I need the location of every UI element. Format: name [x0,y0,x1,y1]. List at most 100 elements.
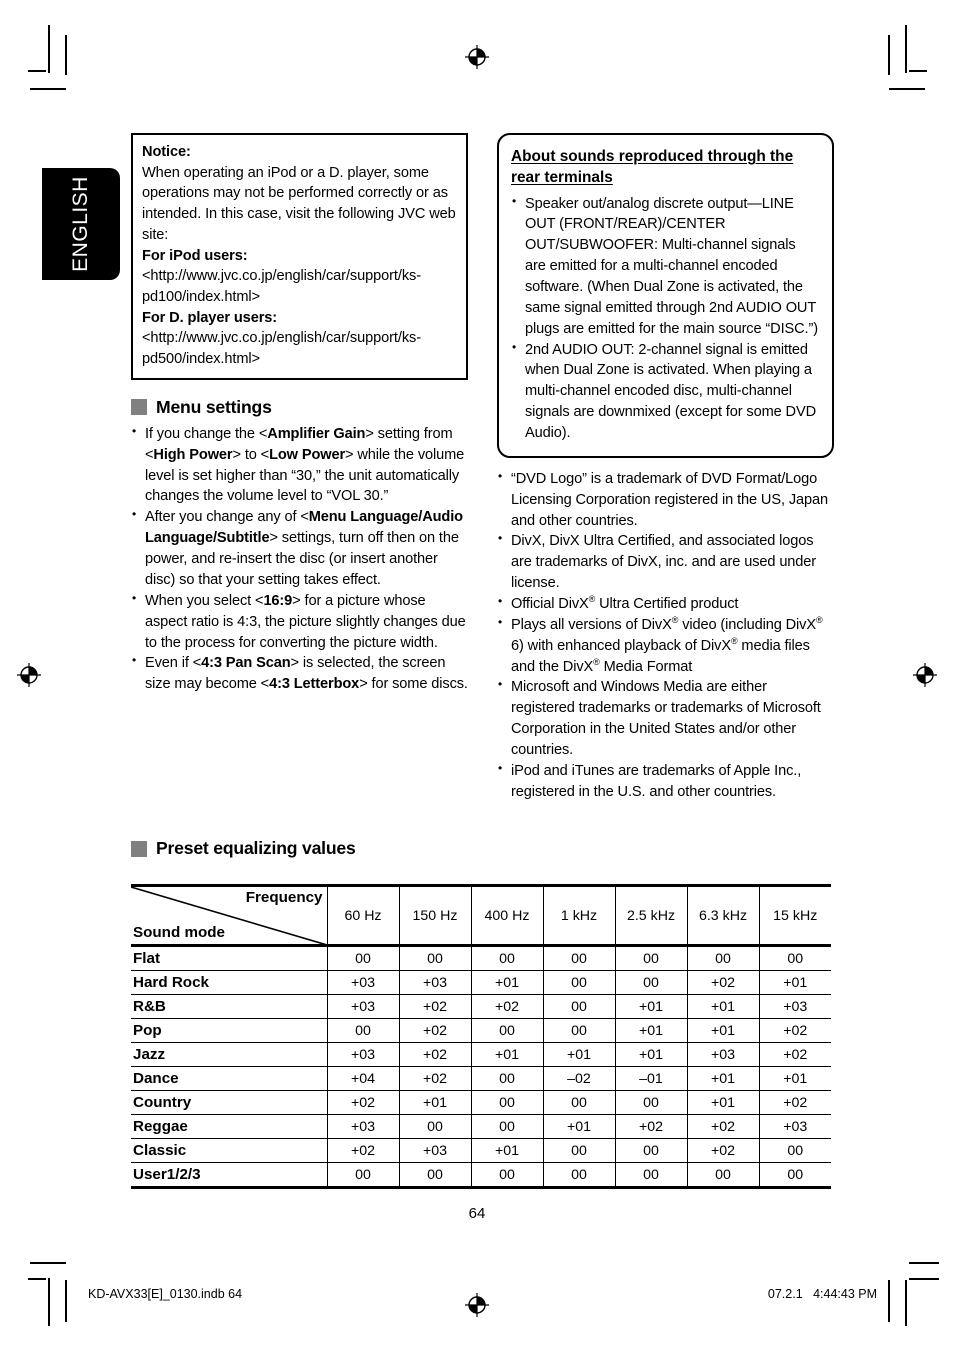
preset-eq-value-cell: +02 [326,1090,400,1115]
preset-eq-value-cell: 00 [542,970,616,995]
crop-mark-tr-v1 [905,25,907,73]
preset-eq-value-cell: +03 [758,1114,831,1139]
preset-eq-value-cell: 00 [470,1066,544,1091]
rear-terminals-list: Speaker out/analog discrete output—LINE … [511,192,818,444]
table-row: Reggae +03 00 00 +01 +02 +02 +03 [131,1114,831,1139]
notice-dplayer-url: <http://www.jvc.co.jp/english/car/suppor… [142,330,421,368]
preset-eq-value-cell: 00 [614,1162,688,1189]
notice-ipod-url: <http://www.jvc.co.jp/english/car/suppor… [142,268,421,306]
notice-body: When operating an iPod or a D. player, s… [142,164,456,243]
list-item: “DVD Logo” is a trademark of DVD Format/… [497,468,834,532]
notice-dplayer-label: For D. player users: [142,309,278,326]
page-number: 64 [468,1205,486,1222]
preset-eq-value-cell: +01 [470,1042,544,1067]
preset-eq-value-cell: 00 [758,1138,831,1163]
preset-eq-value-cell: 00 [614,1138,688,1163]
preset-eq-value-cell: 00 [542,1138,616,1163]
list-item: When you select <16:9> for a picture who… [131,590,468,654]
crop-mark-bl-h2 [30,1262,66,1264]
preset-eq-body: Flat 00 00 00 00 00 00 00 Hard Rock +03 +03 +01 00 00… [131,945,831,1189]
preset-eq-table-wrap: Frequency Sound mode 60 Hz 150 Hz 400 Hz 1 … [131,884,831,1189]
footer-filename: KD-AVX33[E]_0130.indb 64 [88,1287,243,1301]
preset-eq-mode-cell: Jazz [131,1042,328,1067]
list-item: Even if <4:3 Pan Scan> is selected, the … [131,652,468,695]
notice-paragraph: Notice: When operating an iPod or a D. p… [142,142,457,370]
rear-terminals-heading: About sounds reproduced through the rear… [511,148,794,187]
preset-eq-header-row: Frequency Sound mode 60 Hz 150 Hz 400 Hz 1 … [131,884,831,947]
preset-eq-value-cell: +01 [614,1018,688,1043]
preset-eq-value-cell: +03 [326,994,400,1019]
preset-eq-column-header: 15 kHz [758,884,831,947]
menu-settings-title: Menu settings [156,396,272,417]
list-item: Microsoft and Windows Media are either r… [497,676,834,760]
preset-eq-value-cell: 00 [470,1162,544,1189]
preset-eq-value-cell: 00 [470,1018,544,1043]
preset-eq-value-cell: 00 [614,970,688,995]
preset-eq-value-cell: +02 [686,1138,760,1163]
preset-eq-value-cell: 00 [470,945,544,971]
preset-eq-value-cell: +02 [470,994,544,1019]
preset-eq-value-cell: +01 [686,1018,760,1043]
preset-eq-value-cell: 00 [542,1090,616,1115]
preset-eq-value-cell: +02 [398,1018,472,1043]
list-item: 2nd AUDIO OUT: 2-channel signal is emitt… [511,339,818,444]
preset-eq-value-cell: 00 [398,945,472,971]
preset-eq-mode-cell: Hard Rock [131,970,328,995]
preset-eq-value-cell: +02 [758,1090,831,1115]
preset-eq-value-cell: +01 [686,994,760,1019]
preset-eq-value-cell: –02 [542,1066,616,1091]
preset-eq-value-cell: 00 [758,945,831,971]
crop-mark-tl-v2 [65,35,67,75]
preset-eq-value-cell: +03 [326,1042,400,1067]
crop-mark-tl-h1 [28,70,46,72]
preset-eq-mode-cell: Dance [131,1066,328,1091]
preset-eq-value-cell: 00 [686,1162,760,1189]
menu-settings-heading: Menu settings [131,397,468,418]
preset-eq-value-cell: 00 [398,1162,472,1189]
preset-eq-column-header: 60 Hz [326,884,400,947]
preset-eq-mode-cell: Country [131,1090,328,1115]
preset-eq-value-cell: 00 [542,1018,616,1043]
table-row: User1/2/3 00 00 00 00 00 00 00 [131,1162,831,1189]
table-row: Jazz +03 +02 +01 +01 +01 +03 +02 [131,1042,831,1067]
preset-eq-value-cell: +02 [686,970,760,995]
right-column: About sounds reproduced through the rear… [497,133,834,803]
preset-eq-value-cell: +04 [326,1066,400,1091]
preset-eq-value-cell: 00 [326,1162,400,1189]
preset-eq-value-cell: 00 [542,994,616,1019]
preset-eq-value-cell: +01 [398,1090,472,1115]
list-item: Plays all versions of DivX® video (inclu… [497,614,834,678]
table-row: Classic +02 +03 +01 00 00 +02 00 [131,1138,831,1163]
registration-mark-bottom [464,1292,490,1318]
left-column: Notice: When operating an iPod or a D. p… [131,133,468,695]
crop-mark-tr-h2 [889,88,925,90]
preset-eq-value-cell: 00 [470,1090,544,1115]
table-row: Country +02 +01 00 00 00 +01 +02 [131,1090,831,1115]
preset-eq-column-header: 150 Hz [398,884,472,947]
list-item: Official DivX® Ultra Certified product [497,593,834,615]
preset-eq-mode-cell: Classic [131,1138,328,1163]
preset-eq-value-cell: 00 [542,1162,616,1189]
preset-eq-value-cell: +01 [758,970,831,995]
preset-eq-value-cell: +01 [470,970,544,995]
preset-eq-value-cell: +02 [398,1066,472,1091]
preset-eq-value-cell: +01 [686,1066,760,1091]
crop-mark-tl-v1 [48,25,50,73]
list-item: Speaker out/analog discrete output—LINE … [511,192,818,340]
notice-box: Notice: When operating an iPod or a D. p… [131,133,468,380]
section-marker-square-icon [131,840,147,857]
registration-mark-left [16,662,42,688]
table-row: Flat 00 00 00 00 00 00 00 [131,945,831,971]
preset-eq-value-cell: 00 [398,1114,472,1139]
language-tab: ENGLISH [42,168,120,280]
preset-eq-value-cell: +03 [398,1138,472,1163]
rear-terminals-box: About sounds reproduced through the rear… [497,133,834,458]
preset-eq-value-cell: +01 [542,1114,616,1139]
preset-eq-value-cell: +02 [398,1042,472,1067]
preset-eq-soundmode-label: Sound mode [133,924,225,941]
crop-mark-br-h2 [909,1278,939,1280]
list-item: DivX, DivX Ultra Certified, and associat… [497,530,834,594]
preset-eq-value-cell: 00 [326,1018,400,1043]
preset-eq-value-cell: 00 [326,945,400,971]
preset-eq-value-cell: +02 [398,994,472,1019]
